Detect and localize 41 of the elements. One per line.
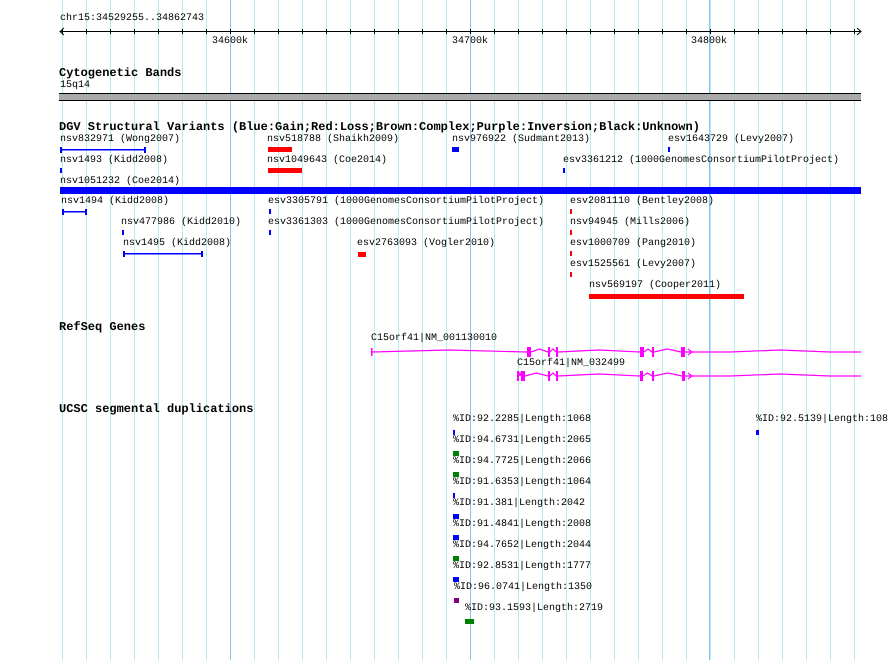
transcript-label: C15orf41|NM_001130010 — [371, 333, 498, 345]
variant-label: nsv518788 (Shaikh2009) — [267, 134, 400, 146]
variant-label: nsv1051232 (Coe2014) — [60, 176, 180, 188]
track-title: RefSeq Genes — [59, 320, 146, 334]
tick-label: 34800k — [691, 36, 728, 48]
variant-label: esv1525561 (Levy2007) — [570, 259, 696, 271]
variant-label: esv1643729 (Levy2007) — [668, 134, 794, 146]
tick-label: 34600k — [212, 36, 248, 48]
duplication-label: %ID:91.381|Length:2042 — [453, 498, 586, 510]
duplication-label: %ID:92.5139|Length:108 — [756, 414, 888, 426]
variant-label: nsv976922 (Sudmant2013) — [452, 134, 590, 146]
variant-label: nsv1493 (Kidd2008) — [60, 155, 168, 167]
duplication-label: %ID:92.2285|Length:1068 — [453, 414, 592, 426]
variant-label: nsv569197 (Cooper2011) — [589, 280, 722, 292]
duplication-label: %ID:94.6731|Length:2065 — [453, 435, 592, 447]
track-title: UCSC segmental duplications — [59, 402, 254, 416]
range-label: chr15:34529255..34862743 — [60, 13, 204, 25]
duplication-label: %ID:96.0741|Length:1350 — [454, 582, 592, 594]
variant-label: nsv1495 (Kidd2008) — [123, 238, 232, 250]
variant-label: nsv477986 (Kidd2010) — [121, 217, 242, 229]
variant-label: nsv832971 (Wong2007) — [60, 134, 180, 146]
transcript-label: C15orf41|NM_032499 — [517, 358, 626, 370]
duplication-label: %ID:94.7652|Length:2044 — [453, 540, 592, 552]
track-title: Cytogenetic Bands — [59, 66, 182, 80]
variant-label: esv3305791 (1000GenomesConsortiumPilotProject) — [268, 196, 544, 208]
variant-label: esv3361303 (1000GenomesConsortiumPilotProject) — [268, 217, 544, 229]
duplication-label: %ID:91.6353|Length:1064 — [453, 477, 592, 489]
variant-label: nsv1049643 (Coe2014) — [267, 155, 388, 167]
variant-label: esv2081110 (Bentley2008) — [570, 196, 714, 208]
duplication-label: %ID:92.8531|Length:1777 — [453, 561, 592, 573]
duplication-label: %ID:91.4841|Length:2008 — [453, 519, 592, 531]
variant-label: esv2763093 (Vogler2010) — [357, 238, 496, 250]
duplication-label: %ID:93.1593|Length:2719 — [465, 603, 604, 615]
tick-label: 34700k — [452, 36, 488, 48]
variant-label: nsv94945 (Mills2006) — [570, 217, 690, 229]
variant-label: nsv1494 (Kidd2008) — [61, 196, 170, 208]
duplication-label: %ID:94.7725|Length:2066 — [453, 456, 592, 468]
variant-label: esv1000709 (Pang2010) — [570, 238, 696, 250]
track-title: DGV Structural Variants (Blue:Gain;Red:Loss;Brown:Complex;Purple:Inversion;Black:Unknown) — [59, 120, 700, 134]
variant-label: esv3361212 (1000GenomesConsortiumPilotProject) — [563, 155, 840, 167]
band-label: 15q14 — [60, 80, 90, 92]
